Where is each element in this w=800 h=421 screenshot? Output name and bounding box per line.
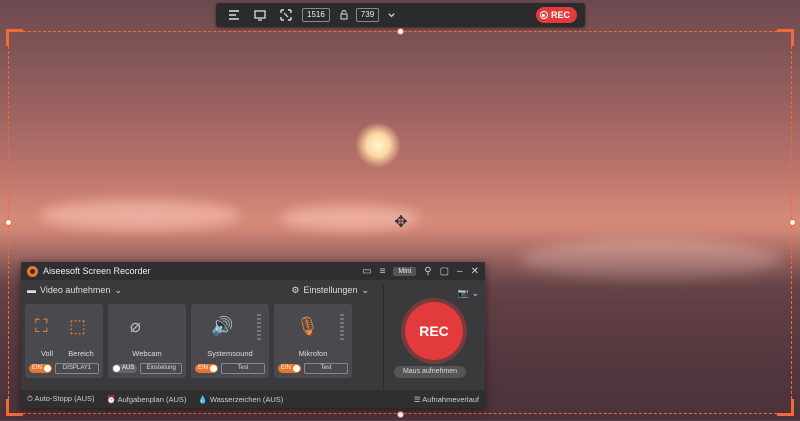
settings-selector[interactable]: ⚙ Einstellungen ⌄ — [291, 285, 369, 296]
screen-toggle[interactable]: EIN — [29, 364, 53, 373]
chevron-down-icon[interactable] — [383, 7, 399, 23]
chevron-down-icon: ⌄ — [114, 284, 122, 295]
watermark-button[interactable]: 💧 Wasserzeichen (AUS) — [198, 395, 283, 404]
systemsound-level-meter — [257, 314, 261, 342]
collapse-icon[interactable] — [226, 7, 242, 23]
screen-card-controls: EIN DISPLAY1 — [29, 363, 99, 374]
mikrofon-level-meter — [340, 314, 344, 342]
history-label: Aufnahmeverlauf — [422, 394, 479, 404]
webcam-label: Webcam — [132, 349, 162, 358]
title-bar: Aiseesoft Screen Recorder ▭ ≡ Mini ⚲ ▢ –… — [21, 262, 485, 280]
mouse-record-dropdown[interactable]: Maus aufnehmen — [394, 366, 466, 378]
record-area: 📷 ⌄ REC Maus aufnehmen — [389, 284, 485, 390]
mikrofon-label: Mikrofon — [298, 349, 328, 358]
pin-icon[interactable]: ⚲ — [424, 266, 431, 277]
move-cursor-icon[interactable]: ✥ — [392, 214, 410, 232]
height-field[interactable]: 739 — [355, 8, 380, 22]
screenshot-camera-icon[interactable]: 📷 ⌄ — [458, 288, 479, 299]
speaker-icon: 🔊 — [211, 316, 234, 336]
settings-label: Einstellungen — [303, 285, 358, 295]
chat-icon[interactable]: ▭ — [362, 266, 371, 277]
schedule-button[interactable]: ⏰ Aufgabenplan (AUS) — [107, 395, 187, 404]
fullscreen-region-icon[interactable] — [252, 7, 268, 23]
minimize-icon[interactable]: – — [457, 266, 463, 277]
region-select-icon[interactable]: ⬚ — [69, 316, 86, 337]
mini-button[interactable]: Mini — [393, 266, 417, 276]
webcam-card-controls: AUS Einstellung — [112, 363, 182, 374]
chevron-down-icon: ⌄ — [361, 284, 369, 295]
corner-handle-bottom-right[interactable] — [777, 399, 794, 416]
systemsound-card-controls: EIN Test — [195, 363, 265, 374]
auto-stop-label: Auto-Stopp (AUS) — [34, 394, 95, 403]
toolbar-rec-label: REC — [550, 10, 570, 20]
display-select[interactable]: DISPLAY1 — [55, 363, 99, 374]
mikrofon-test-button[interactable]: Test — [304, 363, 348, 374]
fullscreen-icon[interactable]: ⛶ — [35, 316, 48, 337]
app-title: Aiseesoft Screen Recorder — [43, 266, 151, 276]
mode-label: Video aufnehmen — [40, 285, 111, 295]
systemsound-label: Systemsound — [207, 349, 253, 358]
mode-selector[interactable]: ▬ Video aufnehmen ⌄ — [27, 285, 122, 296]
microphone-icon: 🎙 — [296, 316, 319, 336]
watermark-label: Wasserzeichen (AUS) — [209, 394, 284, 404]
edge-handle-left[interactable] — [5, 219, 12, 226]
source-cards: ⛶ ⬚ Voll Bereich EIN DISPLAY1 ⌀ Webcam A… — [25, 304, 352, 378]
mikrofon-toggle[interactable]: EIN — [278, 364, 302, 373]
close-icon[interactable]: ✕ — [471, 266, 479, 277]
edge-handle-top[interactable] — [397, 28, 404, 35]
mikrofon-card-controls: EIN Test — [278, 363, 348, 374]
auto-stop-button[interactable]: ⏱ Auto-Stopp (AUS) — [27, 394, 95, 404]
restore-icon[interactable]: ▢ — [440, 266, 449, 277]
corner-handle-top-left[interactable] — [6, 29, 23, 46]
systemsound-test-button[interactable]: Test — [221, 363, 265, 374]
width-field[interactable]: 1516 — [302, 8, 330, 22]
edge-handle-bottom[interactable] — [397, 411, 404, 418]
toolbar-rec-button[interactable]: REC — [535, 7, 577, 23]
webcam-toggle[interactable]: AUS — [112, 364, 138, 373]
webcam-card: ⌀ Webcam AUS Einstellung — [108, 304, 186, 378]
video-camera-icon: ▬ — [27, 285, 36, 295]
webcam-settings-button[interactable]: Einstellung — [140, 363, 182, 374]
bereich-label: Bereich — [68, 349, 94, 358]
schedule-label: Aufgabenplan (AUS) — [117, 394, 187, 404]
history-button[interactable]: ☰ Aufnahmeverlauf — [414, 395, 479, 404]
edge-handle-right[interactable] — [789, 219, 796, 226]
systemsound-card: 🔊 Systemsound EIN Test — [191, 304, 269, 378]
recorder-window: Aiseesoft Screen Recorder ▭ ≡ Mini ⚲ ▢ –… — [21, 262, 485, 408]
record-icon — [539, 11, 548, 19]
screen-card: ⛶ ⬚ Voll Bereich EIN DISPLAY1 — [25, 304, 103, 378]
custom-region-icon[interactable] — [278, 7, 294, 23]
window-controls: ▭ ≡ Mini ⚲ ▢ – ✕ — [362, 266, 479, 277]
menu-icon[interactable]: ≡ — [380, 266, 386, 277]
status-bar: ⏱ Auto-Stopp (AUS) ⏰ Aufgabenplan (AUS) … — [21, 390, 485, 408]
systemsound-toggle[interactable]: EIN — [195, 364, 219, 373]
divider — [383, 284, 384, 390]
corner-handle-top-right[interactable] — [777, 29, 794, 46]
app-logo-icon — [27, 265, 38, 277]
rec-button[interactable]: REC — [405, 302, 463, 360]
webcam-off-icon: ⌀ — [130, 316, 141, 336]
capture-toolbar: 1516 739 REC — [216, 3, 585, 27]
lock-icon[interactable] — [336, 7, 352, 23]
mikrofon-card: 🎙 Mikrofon EIN Test — [274, 304, 352, 378]
gear-icon: ⚙ — [291, 284, 300, 295]
